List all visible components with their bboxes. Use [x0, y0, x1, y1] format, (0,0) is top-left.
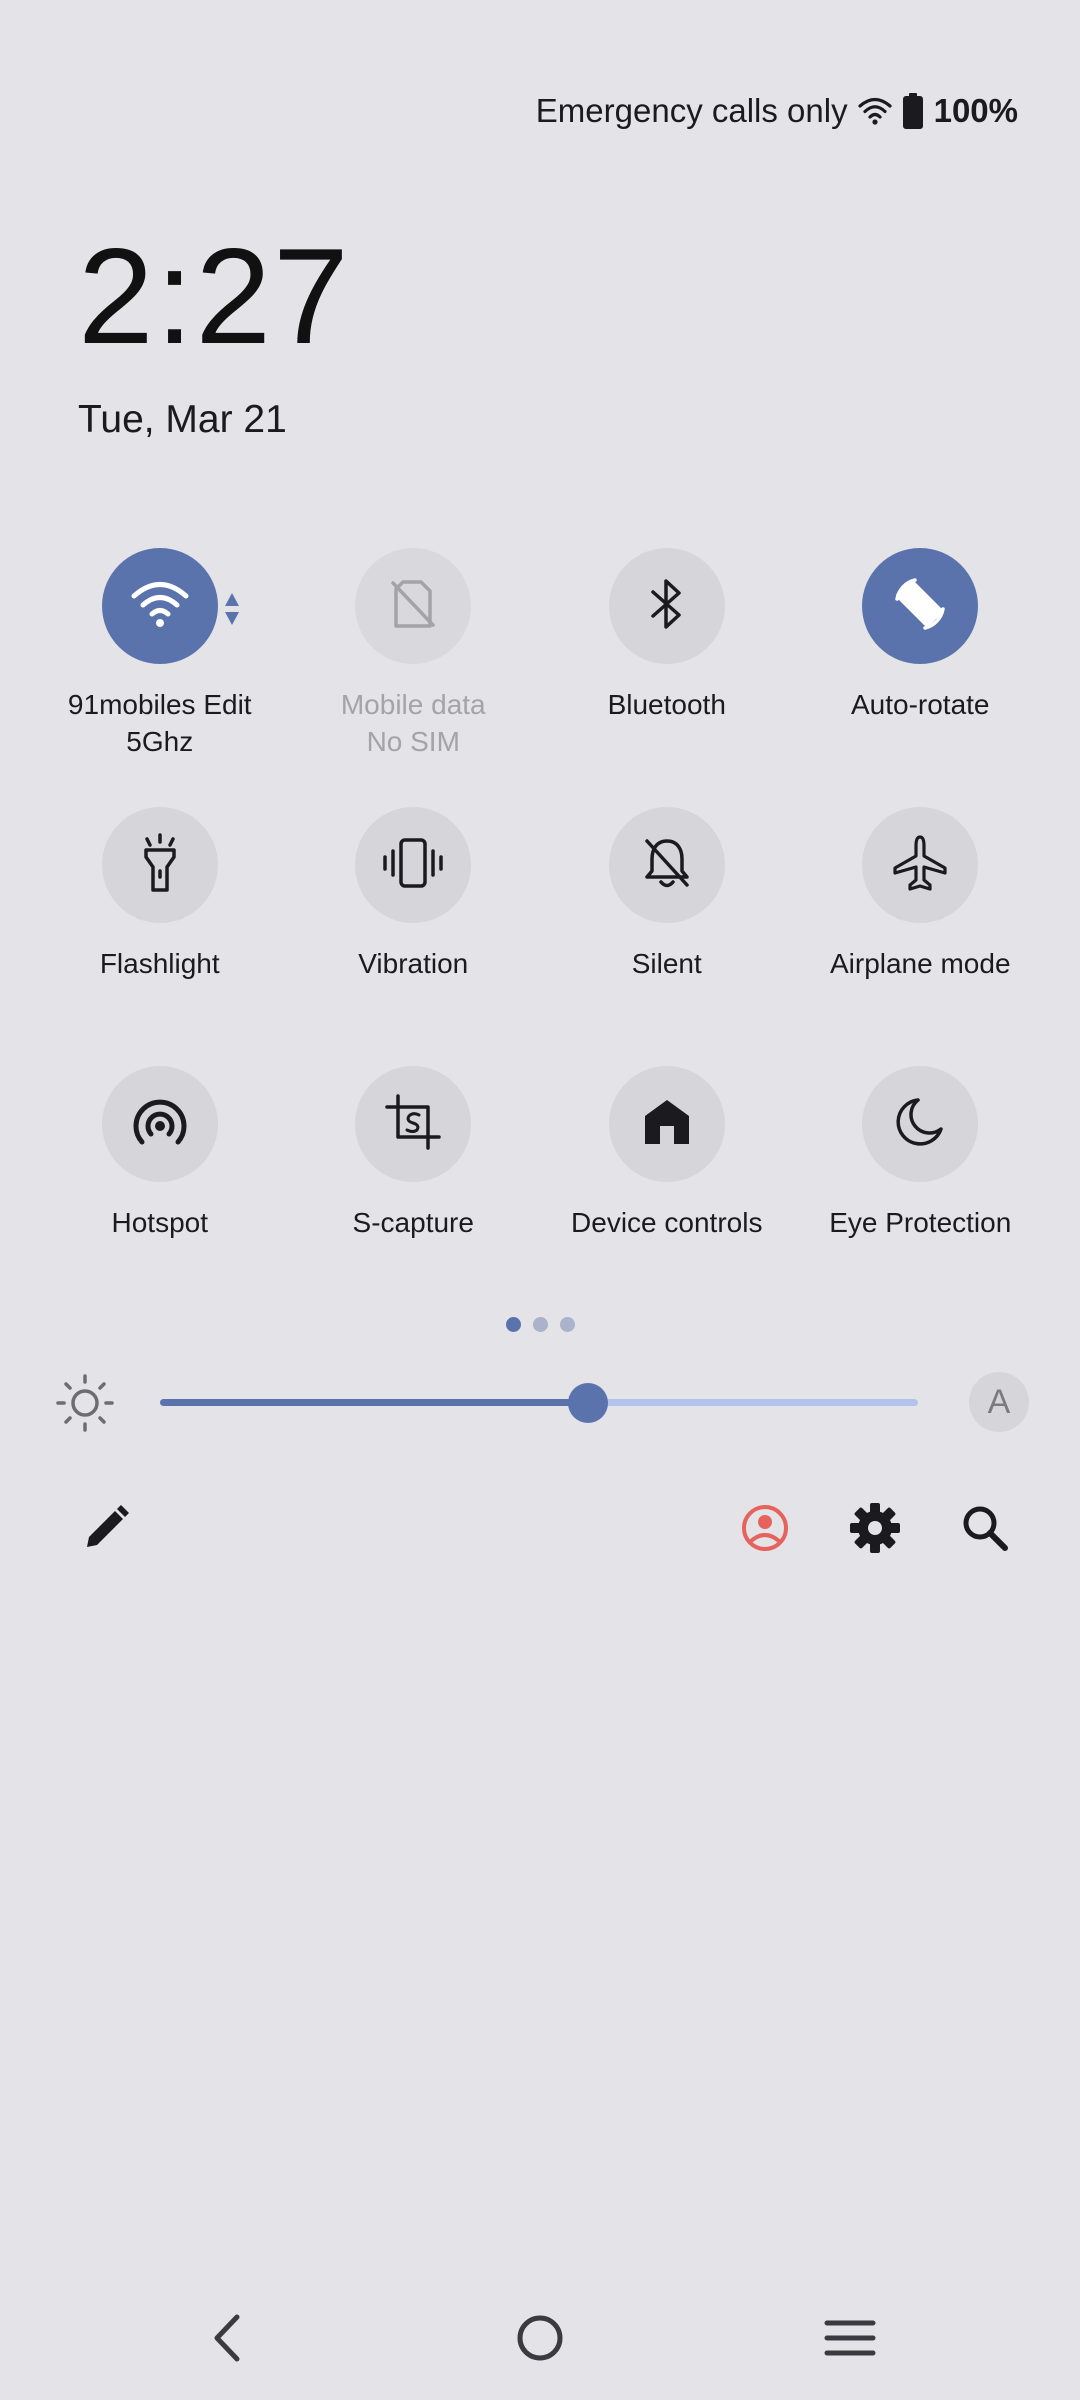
- nav-recents-button[interactable]: [815, 2310, 885, 2370]
- tile-hotspot-label: Hotspot: [111, 1207, 209, 1238]
- home-circle-icon: [515, 2313, 565, 2368]
- tile-silent-label: Silent: [631, 948, 702, 979]
- tile-s-capture-label: S-capture: [352, 1207, 474, 1238]
- tile-eye-protection[interactable]: Eye Protection: [794, 1066, 1048, 1325]
- tile-bluetooth[interactable]: Bluetooth: [540, 548, 794, 807]
- tile-vibration[interactable]: Vibration: [287, 807, 541, 1066]
- brightness-slider-fill: [160, 1399, 589, 1406]
- brightness-sun-icon: [56, 1374, 114, 1437]
- tile-vibration-button[interactable]: [355, 807, 472, 923]
- tile-wifi-sublabel: 5Ghz: [126, 726, 194, 757]
- back-icon: [207, 2313, 247, 2368]
- brightness-control: A: [56, 1372, 1030, 1432]
- airplane-icon: [892, 834, 948, 897]
- moon-icon: [894, 1095, 946, 1154]
- search-button[interactable]: [955, 1500, 1015, 1560]
- auto-brightness-button[interactable]: A: [969, 1372, 1029, 1432]
- clock-date[interactable]: Tue, Mar 21: [78, 398, 287, 442]
- tile-silent-button[interactable]: [608, 807, 725, 923]
- user-profile-button[interactable]: [735, 1500, 795, 1560]
- page-dot-1: [505, 1317, 521, 1332]
- tile-bluetooth-label: Bluetooth: [607, 689, 726, 720]
- nav-back-button[interactable]: [192, 2310, 262, 2370]
- tile-eye-protection-button[interactable]: [862, 1066, 979, 1182]
- tile-mobile-data-sublabel: No SIM: [366, 726, 460, 757]
- tile-wifi[interactable]: 91mobiles Edit 5Ghz: [33, 548, 287, 807]
- screenshot-crop-icon: [384, 1093, 442, 1156]
- tile-wifi-button[interactable]: [101, 548, 239, 664]
- home-icon: [641, 1096, 693, 1153]
- brightness-slider[interactable]: [160, 1383, 918, 1423]
- data-activity-arrows-icon: [224, 592, 240, 631]
- tile-silent[interactable]: Silent: [540, 807, 794, 1066]
- page-indicator: [0, 1317, 1080, 1332]
- user-profile-icon: [740, 1503, 790, 1558]
- bluetooth-icon: [647, 577, 687, 636]
- tile-airplane-mode-button[interactable]: [862, 807, 979, 923]
- tile-device-controls-button[interactable]: [608, 1066, 725, 1182]
- gear-icon: [849, 1502, 901, 1559]
- vibration-icon: [381, 836, 445, 895]
- flashlight-icon: [138, 832, 182, 898]
- tile-mobile-data-button[interactable]: [355, 548, 472, 664]
- tile-auto-rotate-label: Auto-rotate: [850, 689, 990, 720]
- tile-bluetooth-button[interactable]: [608, 548, 725, 664]
- tile-hotspot-button[interactable]: [101, 1066, 218, 1182]
- search-icon: [960, 1503, 1010, 1558]
- status-bar: Emergency calls only 100%: [536, 92, 1018, 130]
- auto-brightness-label: A: [987, 1382, 1011, 1421]
- tile-device-controls[interactable]: Device controls: [540, 1066, 794, 1325]
- page-dot-3: [559, 1317, 575, 1332]
- quick-settings-grid: 91mobiles Edit 5Ghz Mobile data No SIM B…: [33, 548, 1047, 1325]
- menu-icon: [824, 2316, 876, 2365]
- edit-tiles-button[interactable]: [76, 1500, 136, 1560]
- navigation-bar: [0, 2310, 1080, 2370]
- battery-percentage: 100%: [933, 92, 1018, 129]
- tile-flashlight-label: Flashlight: [99, 948, 220, 979]
- auto-rotate-icon: [889, 573, 951, 640]
- tile-flashlight-button[interactable]: [101, 807, 218, 923]
- bell-off-icon: [641, 835, 693, 896]
- clock-time[interactable]: 2:27: [78, 228, 351, 364]
- tile-mobile-data[interactable]: Mobile data No SIM: [287, 548, 541, 807]
- tile-airplane-mode[interactable]: Airplane mode: [794, 807, 1048, 1066]
- no-sim-icon: [388, 578, 438, 635]
- hotspot-icon: [130, 1096, 190, 1153]
- tile-device-controls-label: Device controls: [571, 1207, 763, 1238]
- battery-icon: [902, 93, 924, 129]
- tile-hotspot[interactable]: Hotspot: [33, 1066, 287, 1325]
- tile-eye-protection-label: Eye Protection: [829, 1207, 1012, 1238]
- tile-auto-rotate-button[interactable]: [862, 548, 979, 664]
- pencil-icon: [81, 1503, 131, 1558]
- carrier-status: Emergency calls only: [535, 92, 848, 129]
- wifi-icon: [130, 577, 190, 636]
- tile-airplane-mode-label: Airplane mode: [829, 948, 1011, 979]
- tile-flashlight[interactable]: Flashlight: [33, 807, 287, 1066]
- tile-vibration-label: Vibration: [358, 948, 469, 979]
- nav-home-button[interactable]: [505, 2310, 575, 2370]
- tile-s-capture-button[interactable]: [355, 1066, 472, 1182]
- settings-button[interactable]: [845, 1500, 905, 1560]
- tile-auto-rotate[interactable]: Auto-rotate: [794, 548, 1048, 807]
- page-dot-2: [532, 1317, 548, 1332]
- wifi-icon: [857, 96, 892, 126]
- tile-wifi-label: 91mobiles Edit: [67, 689, 252, 720]
- tile-s-capture[interactable]: S-capture: [287, 1066, 541, 1325]
- brightness-slider-thumb[interactable]: [568, 1383, 609, 1423]
- tile-mobile-data-label: Mobile data: [340, 689, 486, 720]
